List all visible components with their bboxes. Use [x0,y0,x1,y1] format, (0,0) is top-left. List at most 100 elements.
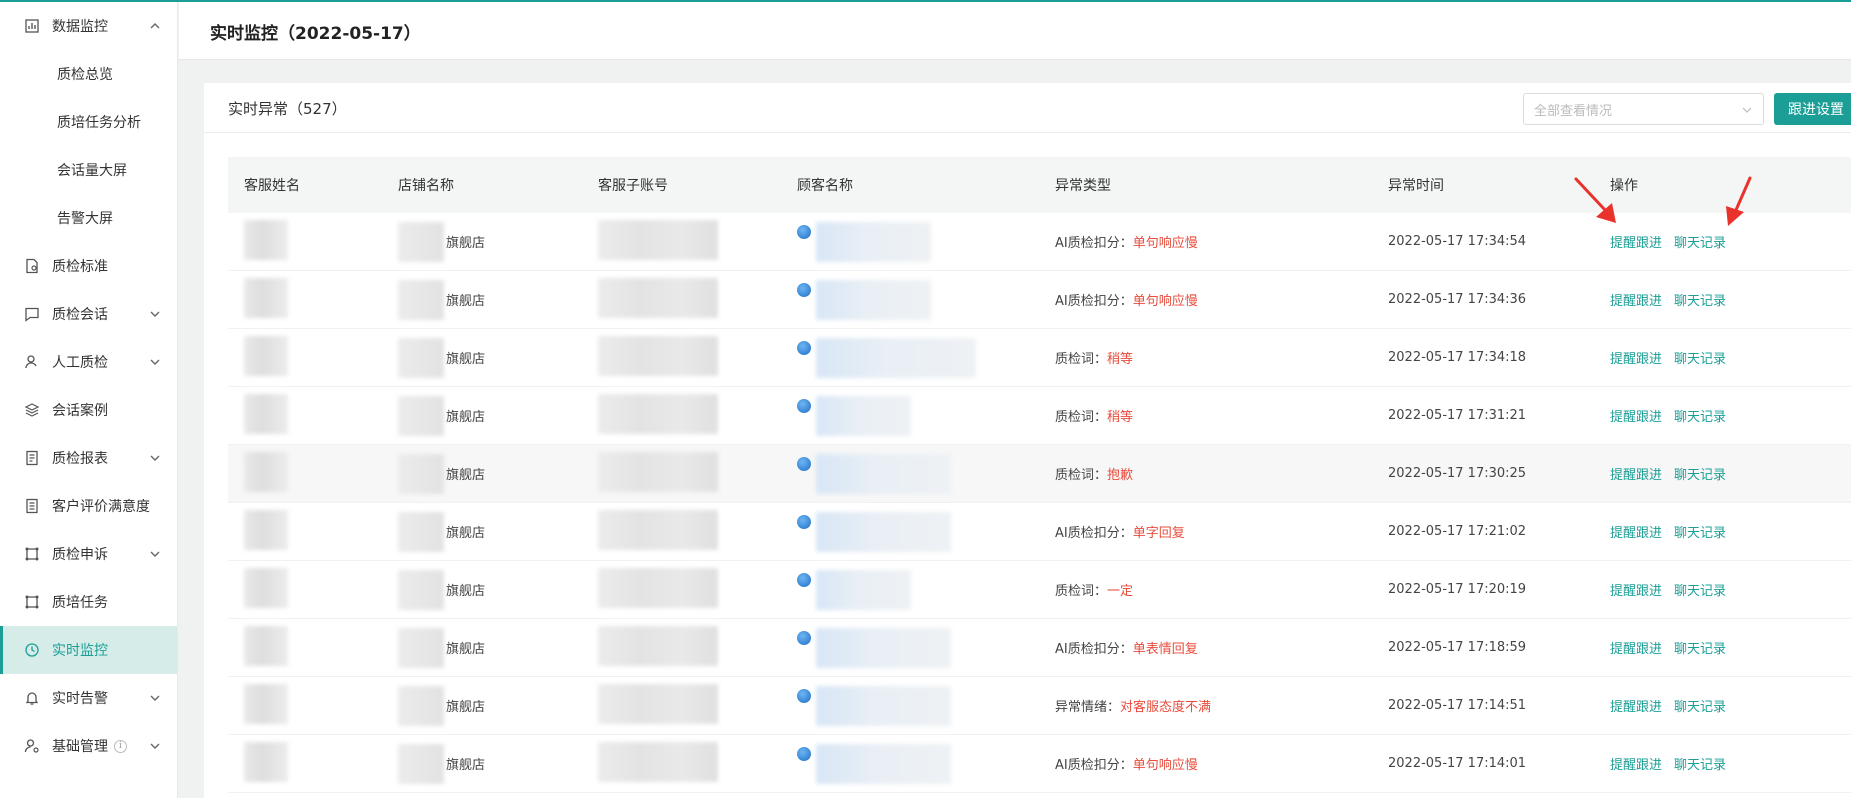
sidebar-item-basic-management[interactable]: 基础管理 i [0,722,177,770]
exception-type-cell: 异常情绪：对客服态度不满 [1055,696,1211,715]
exception-type-cell: 质检词：一定 [1055,580,1133,599]
exception-type-prefix: AI质检扣分： [1055,526,1133,541]
exception-type-prefix: 异常情绪： [1055,700,1121,715]
chat-history-link[interactable]: 聊天记录 [1674,700,1726,715]
remind-follow-link[interactable]: 提醒跟进 [1610,584,1662,599]
chat-history-link[interactable]: 聊天记录 [1674,352,1726,367]
remind-follow-link[interactable]: 提醒跟进 [1610,294,1662,309]
sidebar-subitem-training-analysis[interactable]: 质培任务分析 [0,98,177,146]
chat-history-link[interactable]: 聊天记录 [1674,468,1726,483]
sidebar-item-manual-check[interactable]: 人工质检 [0,338,177,386]
sidebar-item-label: 实时监控 [52,643,108,659]
remind-follow-link[interactable]: 提醒跟进 [1610,526,1662,541]
layers-icon [24,402,40,418]
column-header-exception-type[interactable]: 异常类型 [1055,175,1111,195]
column-header-shop-name[interactable]: 店铺名称 [398,175,454,195]
table-row: 旗舰店 AI质检扣分：单句响应慢 2022-05-17 17:34:36 提醒跟进 聊天… [228,271,1851,329]
sidebar-item-realtime-alerts[interactable]: 实时告警 [0,674,177,722]
sidebar-item-appeals[interactable]: 质检申诉 [0,530,177,578]
sidebar-item-cases[interactable]: 会话案例 [0,386,177,434]
remind-follow-link[interactable]: 提醒跟进 [1610,236,1662,251]
remind-follow-link[interactable]: 提醒跟进 [1610,700,1662,715]
sidebar-item-satisfaction[interactable]: 客户评价满意度 [0,482,177,530]
sidebar-item-training-tasks[interactable]: 质培任务 [0,578,177,626]
shop-name-cell: 旗舰店 [398,627,486,668]
exception-type-cell: AI质检扣分：单表情回复 [1055,638,1198,657]
blurred-agent-name [244,567,288,608]
blurred-customer-name [816,743,951,784]
remind-follow-link[interactable]: 提醒跟进 [1610,410,1662,425]
wangwang-icon[interactable] [797,456,811,471]
chat-history-link[interactable]: 聊天记录 [1674,584,1726,599]
sidebar-item-label: 质检会话 [52,307,108,323]
bell-icon [24,690,40,706]
chat-history-link[interactable]: 聊天记录 [1674,758,1726,773]
sidebar-item-standards[interactable]: 质检标准 [0,242,177,290]
remind-follow-link[interactable]: 提醒跟进 [1610,642,1662,657]
user-icon [24,354,40,370]
exception-type-value: 抱歉 [1107,468,1134,483]
sidebar-item-sessions[interactable]: 质检会话 [0,290,177,338]
table-body: 旗舰店 AI质检扣分：单句响应慢 2022-05-17 17:34:54 提醒跟进 聊天… [228,213,1851,793]
wangwang-icon[interactable] [797,746,811,761]
document-icon [24,258,40,274]
user-settings-icon [24,738,40,754]
sidebar-item-realtime-monitor[interactable]: 实时监控 [0,626,177,674]
chat-history-link[interactable]: 聊天记录 [1674,236,1726,251]
column-header-exception-time[interactable]: 异常时间 [1388,175,1444,195]
sidebar-subitem-session-screen[interactable]: 会话量大屏 [0,146,177,194]
task-icon [24,594,40,610]
sidebar: 数据监控 质检总览 质培任务分析 会话量大屏 告警大屏 质检标准 质检会话 人工… [0,2,178,798]
column-header-customer-name[interactable]: 顾客名称 [797,175,853,195]
actions-cell: 提醒跟进 聊天记录 [1610,522,1726,541]
wangwang-icon[interactable] [797,224,811,239]
sidebar-item-data-monitor[interactable]: 数据监控 [0,2,177,50]
remind-follow-link[interactable]: 提醒跟进 [1610,468,1662,483]
annotation-arrow-remind [1574,177,1616,223]
blurred-agent-name [244,741,288,782]
chat-history-link[interactable]: 聊天记录 [1674,294,1726,309]
actions-cell: 提醒跟进 聊天记录 [1610,290,1726,309]
blurred-sub-account [598,567,718,608]
sidebar-subitem-overview[interactable]: 质检总览 [0,50,177,98]
shop-suffix: 旗舰店 [446,236,486,251]
shop-name-cell: 旗舰店 [398,685,485,726]
shop-suffix: 旗舰店 [446,642,486,657]
wangwang-icon[interactable] [797,572,811,587]
actions-cell: 提醒跟进 聊天记录 [1610,754,1726,773]
info-icon[interactable]: i [114,739,127,753]
customer-name-cell [797,279,931,320]
column-header-agent-name[interactable]: 客服姓名 [244,175,300,195]
remind-follow-link[interactable]: 提醒跟进 [1610,352,1662,367]
wangwang-icon[interactable] [797,688,811,703]
chevron-down-icon [149,548,161,560]
agent-name-cell [244,451,288,496]
exception-type-value: 单句响应慢 [1132,294,1198,309]
exception-type-value: 单句响应慢 [1132,758,1198,773]
wangwang-icon[interactable] [797,630,811,645]
wangwang-icon[interactable] [797,514,811,529]
customer-name-cell [797,221,931,262]
wangwang-icon[interactable] [797,398,811,413]
exception-time-cell: 2022-05-17 17:34:36 [1388,292,1527,307]
blurred-sub-account [598,393,718,434]
wangwang-icon[interactable] [797,340,811,355]
chat-history-link[interactable]: 聊天记录 [1674,642,1726,657]
wangwang-icon[interactable] [797,282,811,297]
customer-name-cell [797,743,951,784]
follow-settings-button[interactable]: 跟进设置 [1774,93,1851,125]
remind-follow-link[interactable]: 提醒跟进 [1610,758,1662,773]
sub-account-cell [598,683,718,728]
chat-history-link[interactable]: 聊天记录 [1674,526,1726,541]
sidebar-item-label: 实时告警 [52,691,108,707]
sidebar-item-reports[interactable]: 质检报表 [0,434,177,482]
sub-account-cell [598,451,718,496]
sidebar-subitem-alert-screen[interactable]: 告警大屏 [0,194,177,242]
view-status-select[interactable]: 全部查看情况 [1523,93,1764,125]
blurred-shop-prefix [398,453,444,494]
column-header-sub-account[interactable]: 客服子账号 [598,175,668,195]
chat-history-link[interactable]: 聊天记录 [1674,410,1726,425]
sub-account-cell [598,335,718,380]
shop-suffix: 旗舰店 [446,526,486,541]
table-row: 旗舰店 AI质检扣分：单表情回复 2022-05-17 17:18:59 提醒跟进 聊天… [228,619,1851,677]
